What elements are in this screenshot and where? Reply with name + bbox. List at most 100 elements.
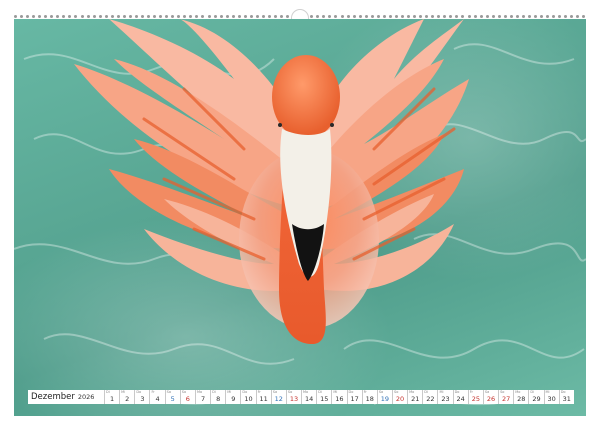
binding-dot	[576, 14, 580, 18]
binding-dot	[38, 14, 42, 18]
weekday-abbrev: Do	[560, 390, 566, 394]
day-number: 1	[110, 395, 115, 403]
day-number: 20	[395, 395, 405, 403]
binding-dot	[122, 14, 126, 18]
calendar-page: Dezember 2026 Di 1 Mi 2 Do 3 Fr 4 Sa 5 So 6 Mo 7 Di 8 Mi…	[0, 0, 600, 432]
binding-dot	[552, 14, 556, 18]
day-number: 4	[155, 395, 160, 403]
day-cell: Mi 2	[119, 390, 134, 404]
binding-dot	[237, 14, 241, 18]
day-cell: Do 17	[346, 390, 362, 404]
day-cell: Mo 28	[513, 390, 528, 404]
binding-dot	[74, 14, 78, 18]
binding-dot	[467, 14, 471, 18]
month-label: Dezember 2026	[28, 390, 104, 404]
binding-dot	[431, 14, 435, 18]
binding-dot	[20, 14, 24, 18]
binding-dot	[183, 14, 187, 18]
day-number: 7	[200, 395, 206, 403]
binding-dot	[473, 14, 477, 18]
binding-dot	[128, 14, 132, 18]
binding-dot	[437, 14, 441, 18]
binding-dot	[358, 14, 362, 18]
binding-dot	[328, 14, 332, 18]
binding-dot	[14, 14, 17, 18]
day-number: 18	[365, 395, 374, 403]
binding-dot	[540, 14, 544, 18]
binding-dot	[201, 14, 205, 18]
day-number: 26	[486, 395, 496, 403]
weekday-abbrev: Di	[212, 390, 216, 394]
weekday-abbrev: Fr	[469, 390, 473, 394]
binding-dot	[558, 14, 562, 18]
binding-dot	[461, 14, 465, 18]
binding-dot	[207, 14, 211, 18]
day-number: 11	[259, 395, 268, 403]
day-number: 29	[532, 395, 541, 403]
weekday-abbrev: Di	[530, 390, 535, 394]
binding-dot	[165, 14, 169, 18]
weekday-abbrev: Do	[136, 390, 142, 394]
day-cell: Do 3	[134, 390, 149, 404]
weekday-abbrev: Sa	[378, 390, 384, 394]
binding-dot	[140, 14, 144, 18]
weekday-abbrev: Di	[424, 390, 428, 394]
binding-dot	[388, 14, 392, 18]
binding-dot	[147, 14, 151, 18]
day-cell: Di 1	[104, 390, 119, 404]
month-name: Dezember	[31, 392, 75, 402]
day-cell: Mi 23	[437, 390, 452, 404]
binding-dot	[195, 14, 199, 18]
day-number: 27	[502, 395, 511, 403]
weekday-abbrev: Sa	[484, 390, 490, 394]
weekday-abbrev: So	[181, 390, 187, 394]
weekday-abbrev: Do	[242, 390, 248, 394]
binding-dot	[225, 14, 229, 18]
day-cell: Do 10	[240, 390, 255, 404]
binding-dot	[527, 14, 531, 18]
day-cell: Fr 18	[361, 390, 377, 404]
day-number: 21	[411, 395, 420, 403]
day-cell: Do 24	[452, 390, 468, 404]
weekday-abbrev: Mo	[515, 390, 521, 394]
day-number: 31	[562, 395, 571, 403]
weekday-abbrev: Di	[106, 390, 110, 394]
binding-dot	[340, 14, 344, 18]
binding-dot	[92, 14, 96, 18]
binding-dot	[455, 14, 459, 18]
binding-dot	[582, 14, 586, 18]
binding-dot	[189, 14, 193, 18]
binding-dot	[443, 14, 447, 18]
weekday-abbrev: Fr	[257, 390, 261, 394]
binding-dot	[352, 14, 356, 18]
day-cell: Mo 14	[301, 390, 316, 404]
day-number: 5	[170, 395, 175, 403]
weekday-abbrev: Do	[348, 390, 354, 394]
binding-dot	[171, 14, 175, 18]
binding-dot	[401, 14, 404, 18]
day-cell: Di 22	[422, 390, 437, 404]
day-cell: Mi 30	[543, 390, 559, 404]
day-number: 15	[320, 395, 329, 403]
day-cell: Di 29	[528, 390, 543, 404]
day-number: 23	[441, 395, 450, 403]
day-cell: Sa 12	[270, 390, 286, 404]
day-number: 9	[231, 395, 236, 403]
binding-dot	[80, 14, 84, 18]
binding-dot	[68, 14, 72, 18]
weekday-abbrev: Mi	[227, 390, 232, 394]
binding-dot	[534, 14, 538, 18]
day-cell: So 13	[285, 390, 301, 404]
binding-dot	[310, 14, 314, 18]
day-number: 6	[185, 395, 190, 403]
binding-dot	[231, 14, 235, 18]
weekday-abbrev: Mi	[439, 390, 444, 394]
day-number: 30	[547, 395, 556, 403]
weekday-abbrev: Mi	[121, 390, 126, 394]
binding-dot	[32, 14, 36, 18]
weekday-abbrev: Mo	[303, 390, 309, 394]
binding-dot	[153, 14, 157, 18]
binding-dot	[316, 14, 320, 18]
day-cell: Mo 21	[407, 390, 422, 404]
right-eye	[330, 123, 334, 127]
